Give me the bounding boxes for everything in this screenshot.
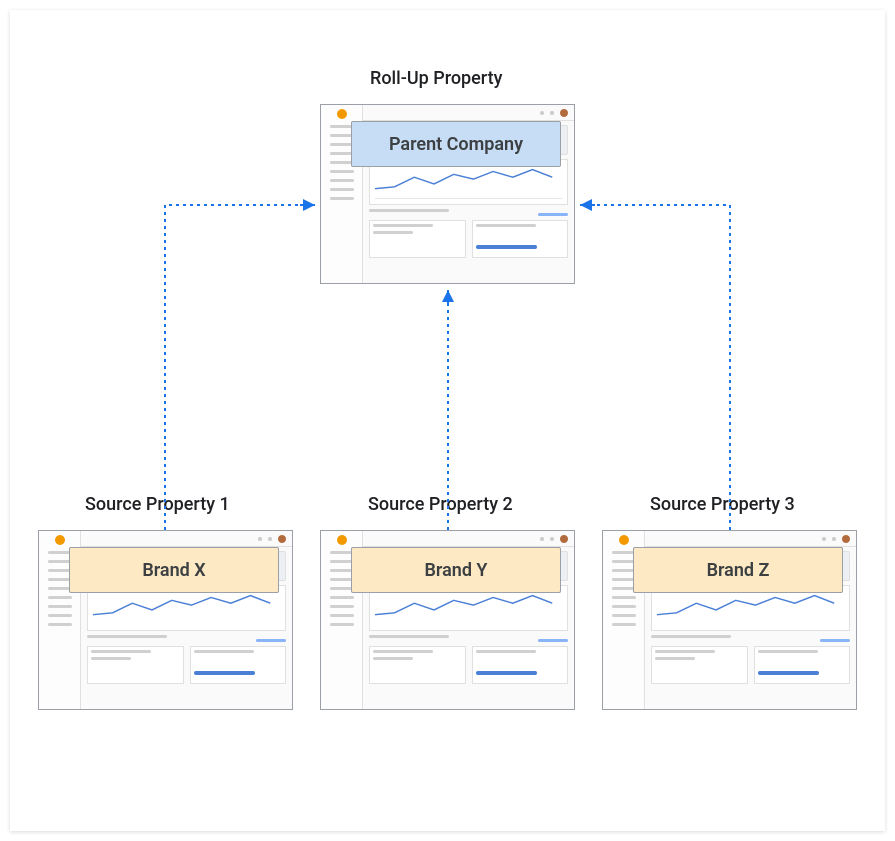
- source-title-1: Source Property 1: [85, 494, 230, 515]
- parent-label: Parent Company: [389, 134, 523, 155]
- card-topbar: [363, 105, 574, 121]
- analytics-logo-icon: [337, 109, 347, 119]
- card-topbar: [645, 531, 856, 547]
- source-title-2: Source Property 2: [368, 494, 513, 515]
- source-title-3: Source Property 3: [650, 494, 795, 515]
- source-label-box-2: Brand Y: [351, 547, 561, 593]
- analytics-logo-icon: [619, 535, 629, 545]
- source-card-1: Brand X: [38, 530, 293, 710]
- source-card-2: Brand Y: [320, 530, 575, 710]
- avatar-icon: [278, 535, 286, 543]
- source-label-box-3: Brand Z: [633, 547, 843, 593]
- source-label-box-1: Brand X: [69, 547, 279, 593]
- diagram-canvas: Roll-Up Property: [10, 10, 885, 831]
- source-card-3: Brand Z: [602, 530, 857, 710]
- card-topbar: [81, 531, 292, 547]
- avatar-icon: [842, 535, 850, 543]
- card-topbar: [363, 531, 574, 547]
- analytics-logo-icon: [55, 535, 65, 545]
- avatar-icon: [560, 109, 568, 117]
- source-label-1: Brand X: [142, 560, 205, 581]
- parent-card: Parent Company: [320, 104, 575, 284]
- source-label-2: Brand Y: [425, 560, 488, 581]
- avatar-icon: [560, 535, 568, 543]
- parent-title: Roll-Up Property: [370, 68, 502, 89]
- analytics-logo-icon: [337, 535, 347, 545]
- source-label-3: Brand Z: [707, 560, 770, 581]
- parent-label-box: Parent Company: [351, 121, 561, 167]
